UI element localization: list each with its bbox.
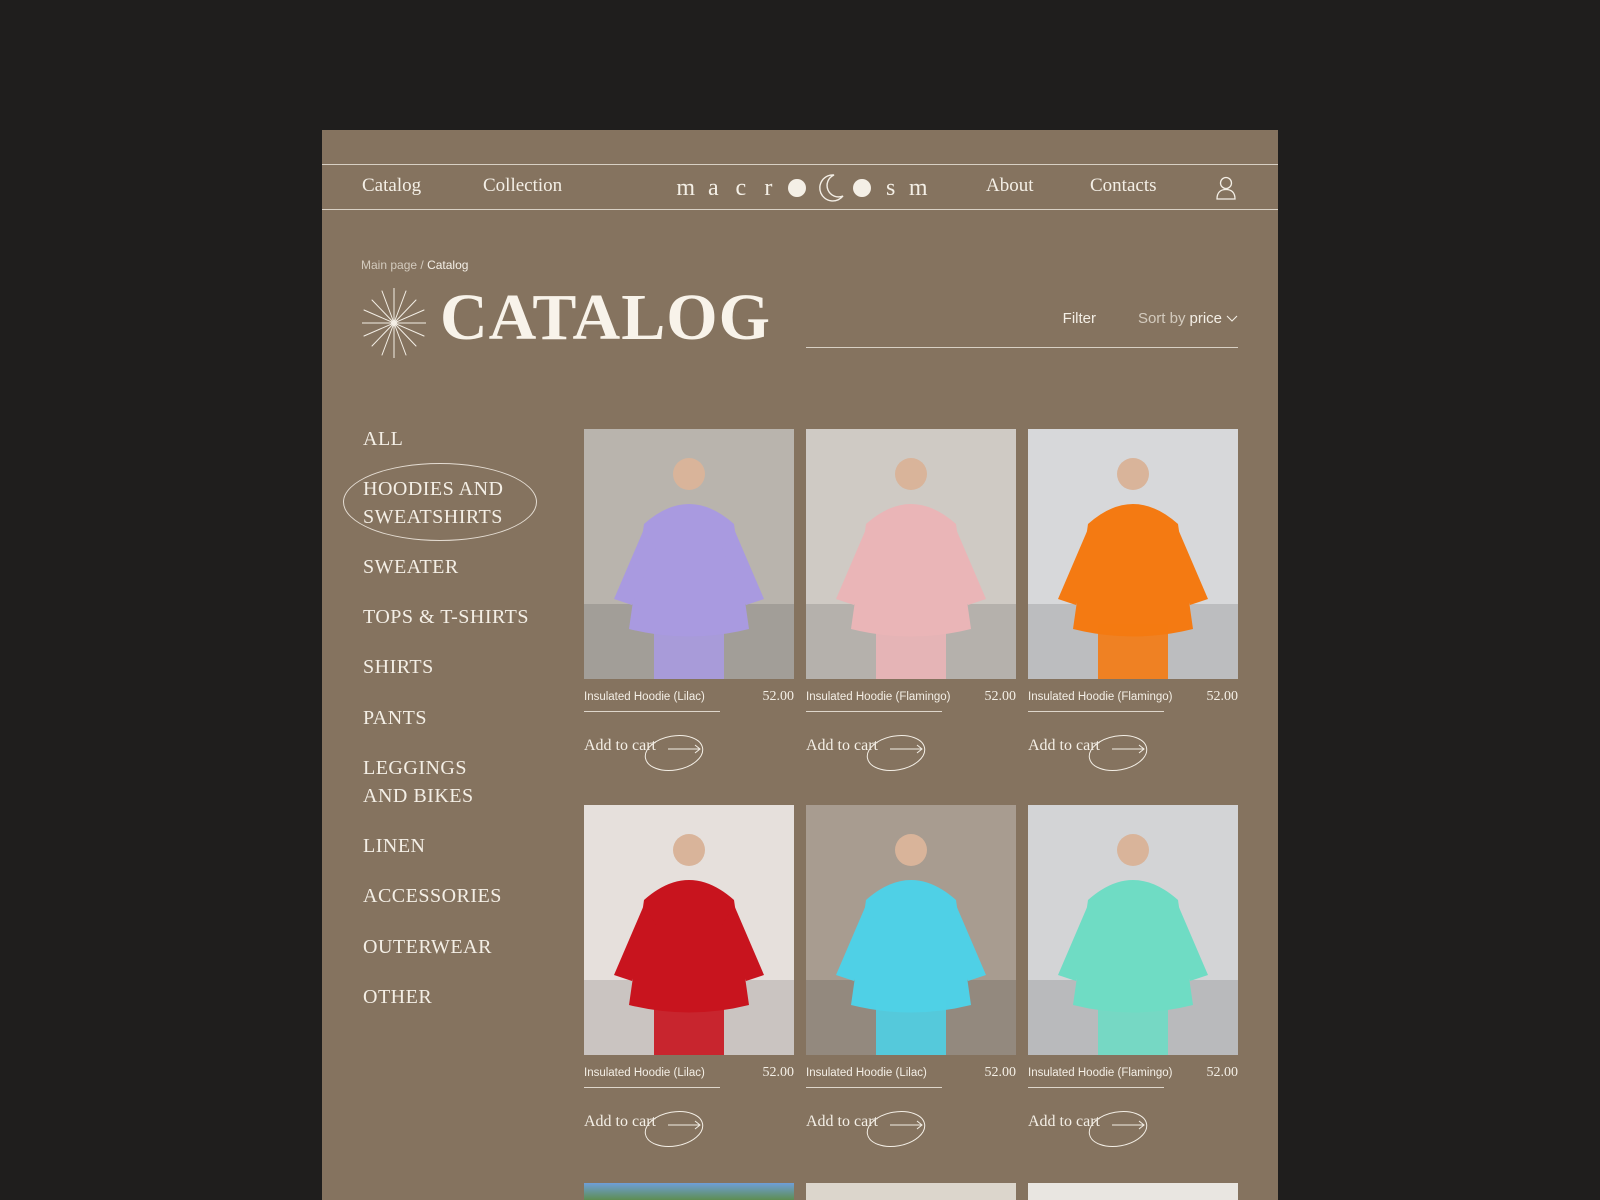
- page-title: CATALOG: [440, 281, 771, 354]
- product-name[interactable]: Insulated Hoodie (Lilac): [584, 1067, 720, 1088]
- category-hoodies-line-1[interactable]: HOODIES AND: [363, 475, 504, 503]
- arrow-right-icon: [644, 735, 704, 771]
- nav-about[interactable]: About: [986, 175, 1034, 197]
- sort-label: Sort by: [1137, 310, 1186, 327]
- filter-button[interactable]: Filter: [1063, 310, 1096, 327]
- category-tops[interactable]: TOPS & T-SHIRTS: [363, 603, 529, 631]
- breadcrumb: Main page / Catalog: [361, 258, 468, 272]
- logo-letter: m: [908, 174, 928, 201]
- nav-collection[interactable]: Collection: [483, 175, 562, 197]
- breadcrumb-current: Catalog: [427, 258, 469, 272]
- product-image-partial[interactable]: [806, 1183, 1016, 1200]
- breadcrumb-separator: /: [417, 258, 428, 272]
- category-outerwear[interactable]: OUTERWEAR: [363, 933, 492, 961]
- product-price: 52.00: [984, 689, 1017, 704]
- category-leggings-line-1[interactable]: LEGGINGS: [363, 754, 467, 782]
- add-to-cart-button[interactable]: Add to cart: [1028, 1111, 1158, 1153]
- product-card[interactable]: Insulated Hoodie (Lilac) 52.00 Add to ca…: [806, 805, 1016, 1147]
- category-accessories[interactable]: ACCESSORIES: [363, 882, 502, 910]
- logo-dot-icon: [853, 179, 871, 197]
- category-hoodies-line-2[interactable]: SWEATSHIRTS: [363, 503, 503, 531]
- logo-letter: c: [735, 174, 747, 201]
- product-name[interactable]: Insulated Hoodie (Flamingo): [1028, 1067, 1172, 1088]
- category-leggings-line-2[interactable]: AND BIKES: [363, 782, 474, 810]
- product-name[interactable]: Insulated Hoodie (Flamingo): [1028, 691, 1172, 712]
- product-price: 52.00: [762, 689, 795, 704]
- arrow-right-icon: [866, 735, 926, 771]
- product-price: 52.00: [762, 1065, 795, 1080]
- product-card[interactable]: Insulated Hoodie (Flamingo) 52.00 Add to…: [1028, 429, 1238, 771]
- breadcrumb-home[interactable]: Main page: [361, 258, 417, 272]
- sort-dropdown[interactable]: Sort by price: [1138, 310, 1238, 327]
- top-nav: Catalog Collection m a c r s m About Con…: [322, 164, 1278, 210]
- product-photo-illustration: [584, 834, 794, 1055]
- product-image[interactable]: [806, 429, 1016, 679]
- catalog-toolbar: Filter Sort by price: [806, 296, 1238, 348]
- add-to-cart-button[interactable]: Add to cart: [1028, 735, 1158, 777]
- product-photo-illustration: [806, 834, 1016, 1055]
- product-card[interactable]: Insulated Hoodie (Flamingo) 52.00 Add to…: [1028, 805, 1238, 1147]
- arrow-right-icon: [644, 1111, 704, 1147]
- category-sweater[interactable]: SWEATER: [363, 553, 459, 581]
- product-photo-illustration: [584, 458, 794, 679]
- category-all[interactable]: ALL: [363, 425, 403, 453]
- product-photo-illustration: [1028, 458, 1238, 679]
- sort-value: price: [1189, 310, 1222, 327]
- logo-dot-icon: [788, 179, 806, 197]
- add-to-cart-button[interactable]: Add to cart: [806, 1111, 936, 1153]
- product-price: 52.00: [1206, 689, 1239, 704]
- product-image[interactable]: [1028, 429, 1238, 679]
- nav-contacts[interactable]: Contacts: [1090, 175, 1157, 197]
- nav-catalog[interactable]: Catalog: [362, 175, 421, 197]
- arrow-right-icon: [866, 1111, 926, 1147]
- logo-letter: s: [886, 174, 896, 201]
- product-image[interactable]: [584, 805, 794, 1055]
- product-card[interactable]: Insulated Hoodie (Lilac) 52.00 Add to ca…: [584, 805, 794, 1147]
- add-to-cart-button[interactable]: Add to cart: [584, 1111, 714, 1153]
- category-shirts[interactable]: SHIRTS: [363, 653, 434, 681]
- user-icon[interactable]: [1214, 175, 1238, 201]
- add-to-cart-button[interactable]: Add to cart: [806, 735, 936, 777]
- sparkle-star-icon: [361, 287, 427, 359]
- product-image-partial[interactable]: [1028, 1183, 1238, 1200]
- chevron-down-icon: [1226, 315, 1238, 322]
- product-image[interactable]: [806, 805, 1016, 1055]
- product-card[interactable]: Insulated Hoodie (Lilac) 52.00 Add to ca…: [584, 429, 794, 771]
- product-photo-illustration: [806, 458, 1016, 679]
- product-name[interactable]: Insulated Hoodie (Lilac): [584, 691, 720, 712]
- crescent-moon-icon: [812, 172, 847, 204]
- brand-logo[interactable]: m a c r s m: [672, 171, 932, 205]
- add-to-cart-button[interactable]: Add to cart: [584, 735, 714, 777]
- logo-letter: r: [764, 174, 773, 201]
- arrow-right-icon: [1088, 735, 1148, 771]
- product-image[interactable]: [584, 429, 794, 679]
- product-name[interactable]: Insulated Hoodie (Lilac): [806, 1067, 942, 1088]
- page-frame: Catalog Collection m a c r s m About Con…: [322, 130, 1278, 1200]
- category-pants[interactable]: PANTS: [363, 704, 427, 732]
- logo-letter: a: [707, 174, 719, 201]
- product-card[interactable]: Insulated Hoodie (Flamingo) 52.00 Add to…: [806, 429, 1016, 771]
- product-name[interactable]: Insulated Hoodie (Flamingo): [806, 691, 950, 712]
- arrow-right-icon: [1088, 1111, 1148, 1147]
- product-photo-illustration: [1028, 834, 1238, 1055]
- category-linen[interactable]: LINEN: [363, 832, 425, 860]
- product-price: 52.00: [1206, 1065, 1239, 1080]
- product-image[interactable]: [1028, 805, 1238, 1055]
- product-image-partial[interactable]: [584, 1183, 794, 1200]
- category-other[interactable]: OTHER: [363, 983, 432, 1011]
- logo-letter: m: [676, 174, 696, 201]
- product-price: 52.00: [984, 1065, 1017, 1080]
